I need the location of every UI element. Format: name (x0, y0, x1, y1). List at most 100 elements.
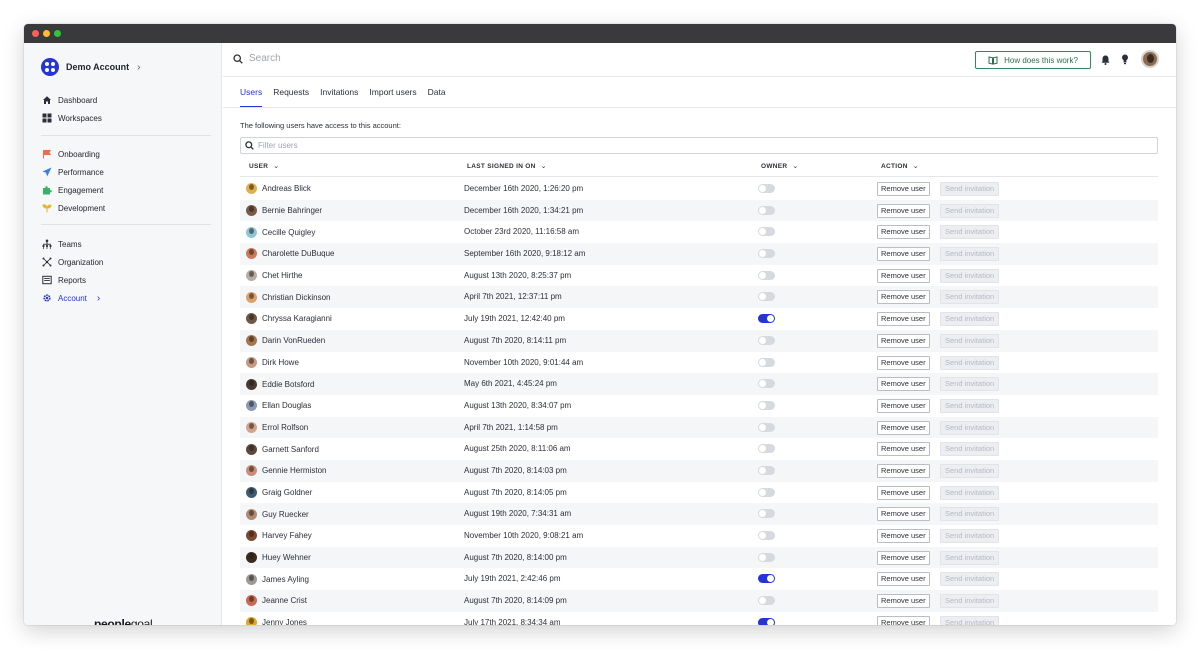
tab-users[interactable]: Users (240, 77, 263, 108)
owner-toggle[interactable] (758, 444, 775, 454)
send-invitation-button[interactable]: Send invitation (940, 529, 1000, 543)
owner-toggle[interactable] (758, 335, 775, 345)
sidebar-item-dashboard[interactable]: Dashboard (41, 91, 102, 109)
owner-toggle[interactable] (758, 314, 775, 324)
remove-user-button[interactable]: Remove user (877, 572, 930, 587)
send-invitation-button[interactable]: Send invitation (940, 247, 1000, 262)
owner-toggle[interactable] (758, 531, 775, 540)
remove-user-button[interactable]: Remove user (877, 485, 930, 500)
owner-toggle[interactable] (758, 292, 775, 302)
column-last-signed-header[interactable]: LAST SIGNED IN ON ⌄ (467, 157, 547, 177)
column-owner-header[interactable]: OWNER ⌄ (761, 157, 799, 177)
owner-toggle[interactable] (758, 617, 775, 625)
send-invitation-button[interactable]: Send invitation (940, 572, 1000, 587)
owner-toggle[interactable] (758, 270, 775, 280)
remove-user-button[interactable]: Remove user (877, 550, 930, 565)
filter-users-field[interactable] (240, 137, 1158, 154)
column-action-header[interactable]: ACTION ⌄ (881, 157, 919, 177)
owner-toggle[interactable] (758, 205, 775, 215)
user-avatar[interactable] (1141, 50, 1159, 68)
owner-toggle[interactable] (758, 400, 775, 410)
remove-user-button[interactable]: Remove user (877, 225, 930, 240)
remove-user-button[interactable]: Remove user (877, 594, 930, 609)
last-signed-in: September 16th 2020, 9:18:12 am (464, 249, 586, 259)
send-invitation-button[interactable]: Send invitation (940, 485, 1000, 500)
send-invitation-button[interactable]: Send invitation (940, 507, 1000, 522)
column-user-header[interactable]: USER ⌄ (249, 157, 279, 177)
remove-user-button[interactable]: Remove user (877, 355, 930, 370)
send-invitation-button[interactable]: Send invitation (940, 182, 1000, 196)
remove-user-button[interactable]: Remove user (877, 182, 930, 196)
bell-icon[interactable] (1101, 55, 1110, 65)
send-invitation-button[interactable]: Send invitation (940, 550, 1000, 565)
remove-user-button[interactable]: Remove user (877, 507, 930, 522)
tab-import-users[interactable]: Import users (369, 77, 416, 107)
send-invitation-button[interactable]: Send invitation (940, 615, 1000, 625)
owner-toggle[interactable] (758, 357, 775, 367)
sidebar-item-teams[interactable]: Teams (41, 235, 103, 253)
send-invitation-button[interactable]: Send invitation (940, 312, 1000, 327)
owner-toggle[interactable] (758, 379, 775, 389)
user-avatar (246, 617, 257, 625)
user-avatar (246, 226, 257, 238)
owner-toggle[interactable] (758, 422, 775, 432)
owner-toggle[interactable] (758, 184, 775, 193)
filter-users-input[interactable] (258, 141, 1138, 150)
remove-user-button[interactable]: Remove user (877, 247, 930, 262)
send-invitation-button[interactable]: Send invitation (940, 420, 1000, 435)
remove-user-button[interactable]: Remove user (877, 290, 930, 305)
close-window-button[interactable] (32, 30, 39, 37)
sidebar-item-engagement[interactable]: Engagement (41, 181, 105, 199)
last-signed-in: August 7th 2020, 8:14:09 pm (464, 596, 567, 606)
remove-user-button[interactable]: Remove user (877, 203, 930, 218)
owner-toggle[interactable] (758, 227, 775, 237)
remove-user-button[interactable]: Remove user (877, 377, 930, 392)
owner-toggle[interactable] (758, 487, 775, 497)
owner-toggle[interactable] (758, 465, 775, 475)
global-search[interactable]: Search (233, 53, 281, 64)
maximize-window-button[interactable] (54, 30, 61, 37)
remove-user-button[interactable]: Remove user (877, 420, 930, 435)
send-invitation-button[interactable]: Send invitation (940, 355, 1000, 370)
send-invitation-button[interactable]: Send invitation (940, 225, 1000, 240)
remove-user-button[interactable]: Remove user (877, 312, 930, 327)
remove-user-button[interactable]: Remove user (877, 463, 930, 478)
sidebar-item-organization[interactable]: Organization (41, 253, 103, 271)
remove-user-button[interactable]: Remove user (877, 529, 930, 543)
search-input[interactable]: Search (249, 53, 281, 64)
minimize-window-button[interactable] (43, 30, 50, 37)
remove-user-button[interactable]: Remove user (877, 333, 930, 348)
sidebar-item-account[interactable]: Account › (41, 289, 103, 307)
owner-toggle[interactable] (758, 509, 775, 519)
sidebar-item-performance[interactable]: Performance (41, 163, 105, 181)
remove-user-button[interactable]: Remove user (877, 615, 930, 625)
sidebar-item-workspaces[interactable]: Workspaces (41, 109, 102, 127)
sidebar-item-development[interactable]: Development (41, 199, 105, 217)
send-invitation-button[interactable]: Send invitation (940, 290, 1000, 305)
tab-requests[interactable]: Requests (273, 77, 309, 107)
send-invitation-button[interactable]: Send invitation (940, 333, 1000, 348)
send-invitation-button[interactable]: Send invitation (940, 377, 1000, 392)
owner-toggle[interactable] (758, 596, 775, 606)
sidebar-item-reports[interactable]: Reports (41, 271, 103, 289)
how-does-this-work-button[interactable]: How does this work? (975, 51, 1091, 69)
remove-user-button[interactable]: Remove user (877, 442, 930, 457)
send-invitation-button[interactable]: Send invitation (940, 398, 1000, 413)
send-invitation-button[interactable]: Send invitation (940, 442, 1000, 457)
user-name: Ellan Douglas (262, 401, 312, 411)
send-invitation-button[interactable]: Send invitation (940, 463, 1000, 478)
sidebar-item-label: Engagement (58, 185, 104, 195)
send-invitation-button[interactable]: Send invitation (940, 594, 1000, 609)
remove-user-button[interactable]: Remove user (877, 268, 930, 283)
sidebar-item-onboarding[interactable]: Onboarding (41, 145, 105, 163)
remove-user-button[interactable]: Remove user (877, 398, 930, 413)
lightbulb-icon[interactable] (1121, 54, 1129, 65)
owner-toggle[interactable] (758, 552, 775, 562)
send-invitation-button[interactable]: Send invitation (940, 268, 1000, 283)
send-invitation-button[interactable]: Send invitation (940, 203, 1000, 218)
owner-toggle[interactable] (758, 249, 775, 259)
owner-toggle[interactable] (758, 574, 775, 584)
tab-invitations[interactable]: Invitations (320, 77, 358, 107)
tab-data[interactable]: Data (428, 77, 446, 107)
account-switcher[interactable]: Demo Account › (41, 57, 141, 77)
